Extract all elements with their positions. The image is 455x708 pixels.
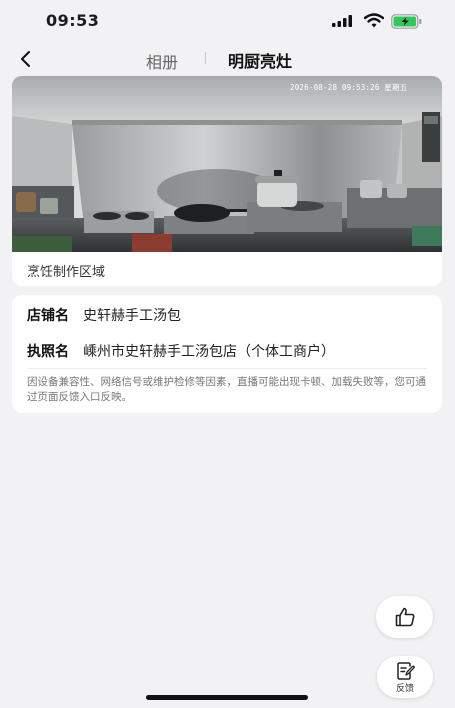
license-name-value: 嵊州市史轩赫手工汤包店（个体工商户） [83,344,335,360]
status-bar: 09:53 [0,0,455,44]
feedback-label: 反馈 [395,684,414,694]
battery-charging-icon [391,14,422,29]
tab-album[interactable]: 相册 [146,49,178,73]
license-name-row: 执照名 嵊州市史轩赫手工汤包店（个体工商户） [27,341,335,361]
nav-bar: 相册 明厨亮灶 [0,44,455,74]
license-name-label: 执照名 [27,344,69,360]
shop-name-label: 店铺名 [27,308,69,324]
shop-info-card: 店铺名 史轩赫手工汤包 执照名 嵊州市史轩赫手工汤包店（个体工商户） 因设备兼容性、… [12,295,442,413]
divider [27,368,427,369]
shop-name-value: 史轩赫手工汤包 [83,308,181,324]
tab-divider [205,52,206,64]
kitchen-live-video[interactable] [12,76,442,252]
thumbs-up-icon [395,607,415,627]
video-area-label: 烹饪制作区域 [27,265,106,280]
chevron-left-icon[interactable] [14,46,40,72]
home-indicator [146,695,308,700]
live-notice: 因设备兼容性、网络信号或维护检修等因素，直播可能出现卡顿、加载失败等，您可通过页… [27,376,426,403]
shop-name-row: 店铺名 史轩赫手工汤包 [27,305,181,325]
feedback-button[interactable]: 反馈 [377,656,433,698]
video-timestamp: 2026-08-28 09:53:26 星期五 [290,83,408,92]
cellular-signal-icon [332,15,352,27]
like-button[interactable] [376,596,433,638]
tab-bright-kitchen[interactable]: 明厨亮灶 [228,48,292,72]
feedback-icon [397,662,415,680]
live-video-card: 2026-08-28 09:53:26 星期五 烹饪制作区域 [12,76,442,286]
wifi-icon [364,13,384,28]
status-time: 09:53 [46,11,100,30]
